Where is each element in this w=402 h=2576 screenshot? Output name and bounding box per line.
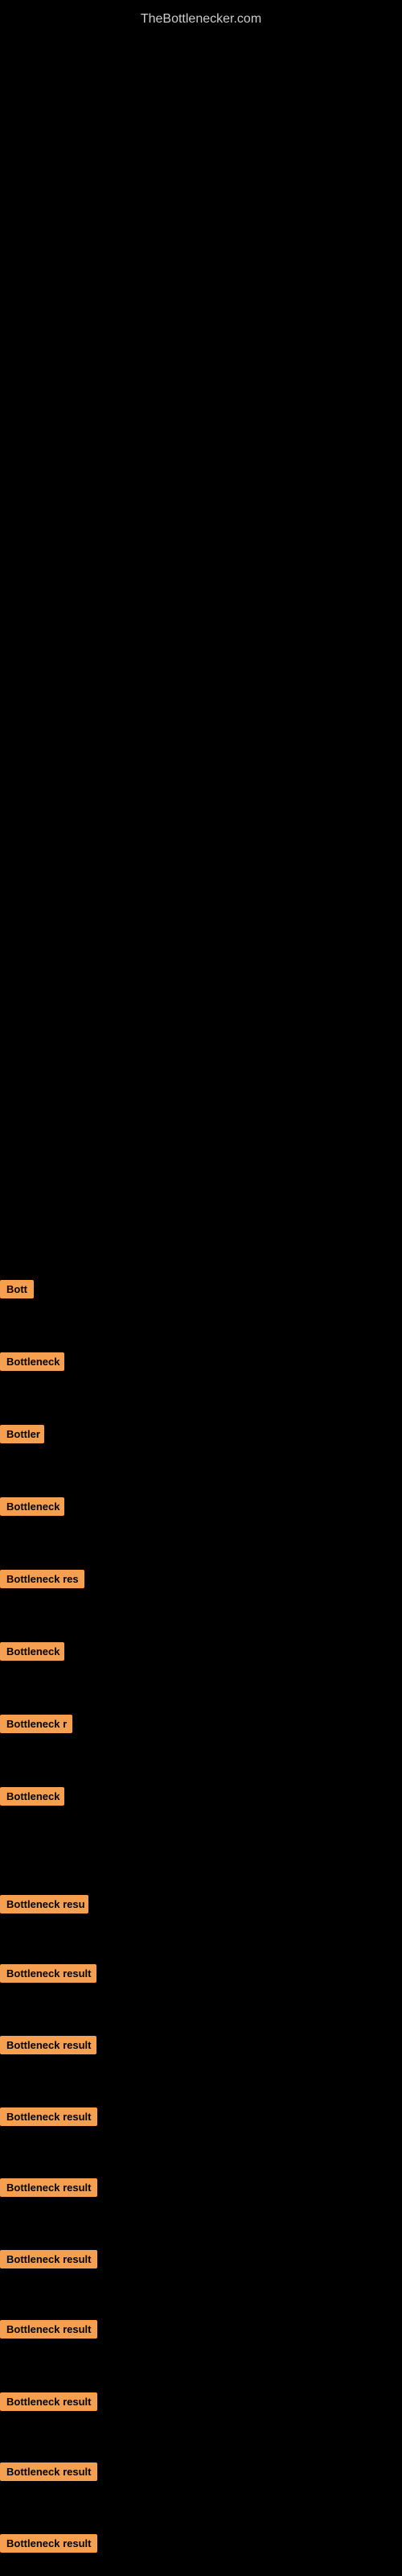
bottleneck-result-11[interactable]: Bottleneck result — [0, 2036, 96, 2058]
bottleneck-label-10: Bottleneck result — [0, 1964, 96, 1983]
bottleneck-result-4[interactable]: Bottleneck — [0, 1497, 64, 1520]
bottleneck-result-15[interactable]: Bottleneck result — [0, 2320, 97, 2343]
bottleneck-label-1: Bott — [0, 1280, 34, 1298]
bottleneck-label-9: Bottleneck resu — [0, 1895, 88, 1913]
bottleneck-result-5[interactable]: Bottleneck res — [0, 1570, 84, 1592]
bottleneck-result-1[interactable]: Bott — [0, 1280, 34, 1302]
site-title: TheBottlenecker.com — [0, 4, 402, 35]
main-content: TheBottlenecker.com Bott Bottleneck Bottle… — [0, 0, 402, 2576]
bottleneck-result-12[interactable]: Bottleneck result — [0, 2107, 97, 2130]
bottleneck-result-17[interactable]: Bottleneck result — [0, 2462, 97, 2485]
bottleneck-result-14[interactable]: Bottleneck result — [0, 2250, 97, 2273]
bottleneck-result-18[interactable]: Bottleneck result — [0, 2534, 97, 2557]
bottleneck-result-8[interactable]: Bottleneck — [0, 1787, 64, 1810]
bottleneck-label-12: Bottleneck result — [0, 2107, 97, 2126]
bottleneck-label-4: Bottleneck — [0, 1497, 64, 1516]
bottleneck-label-18: Bottleneck result — [0, 2534, 97, 2553]
bottleneck-label-5: Bottleneck res — [0, 1570, 84, 1588]
bottleneck-label-11: Bottleneck result — [0, 2036, 96, 2054]
bottleneck-label-13: Bottleneck result — [0, 2178, 97, 2197]
bottleneck-result-6[interactable]: Bottleneck — [0, 1642, 64, 1665]
bottleneck-label-16: Bottleneck result — [0, 2392, 97, 2411]
bottleneck-result-13[interactable]: Bottleneck result — [0, 2178, 97, 2201]
bottleneck-label-6: Bottleneck — [0, 1642, 64, 1661]
bottleneck-label-8: Bottleneck — [0, 1787, 64, 1806]
bottleneck-label-17: Bottleneck result — [0, 2462, 97, 2481]
bottleneck-label-7: Bottleneck r — [0, 1715, 72, 1733]
bottleneck-label-2: Bottleneck — [0, 1352, 64, 1371]
bottleneck-result-7[interactable]: Bottleneck r — [0, 1715, 72, 1737]
bottleneck-result-3[interactable]: Bottler — [0, 1425, 44, 1447]
bottleneck-result-2[interactable]: Bottleneck — [0, 1352, 64, 1375]
bottleneck-label-15: Bottleneck result — [0, 2320, 97, 2339]
bottleneck-label-14: Bottleneck result — [0, 2250, 97, 2268]
bottleneck-result-16[interactable]: Bottleneck result — [0, 2392, 97, 2415]
bottleneck-result-9[interactable]: Bottleneck resu — [0, 1895, 88, 1918]
bottleneck-label-3: Bottler — [0, 1425, 44, 1443]
bottleneck-result-10[interactable]: Bottleneck result — [0, 1964, 96, 1987]
